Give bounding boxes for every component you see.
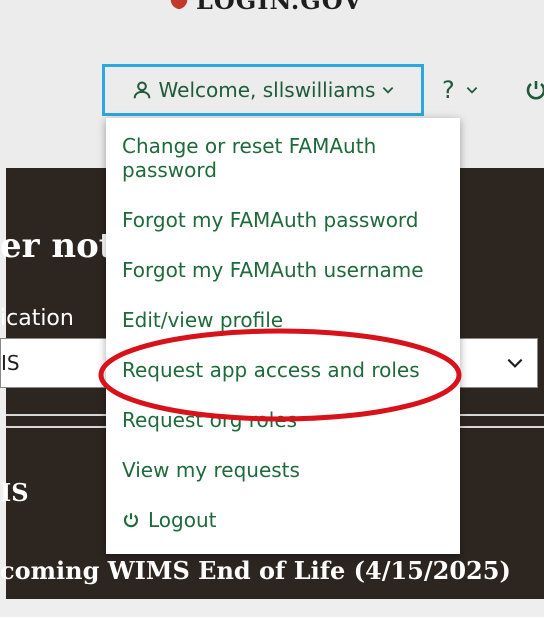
header-logout-button[interactable] <box>524 78 544 106</box>
logout-label: Logout <box>148 508 217 532</box>
shield-logo-icon <box>170 0 188 10</box>
site-logo[interactable]: LOGIN.GOV <box>168 0 363 15</box>
upcoming-notice-title[interactable]: coming WIMS End of Life (4/15/2025) <box>0 556 511 585</box>
help-icon: ? <box>442 76 455 104</box>
user-dropdown-menu: Change or reset FAMAuth password Forgot … <box>106 118 460 554</box>
menu-item-forgot-password[interactable]: Forgot my FAMAuth password <box>106 208 460 232</box>
menu-item-request-org-roles[interactable]: Request org roles <box>106 408 460 432</box>
wims-heading: IS <box>0 478 29 507</box>
menu-item-edit-profile[interactable]: Edit/view profile <box>106 308 460 332</box>
menu-item-change-reset-password[interactable]: Change or reset FAMAuth password <box>106 134 460 182</box>
page-bottom <box>0 599 544 617</box>
application-label: ication <box>0 306 74 331</box>
menu-item-forgot-username[interactable]: Forgot my FAMAuth username <box>106 258 460 282</box>
user-icon <box>133 81 150 99</box>
chevron-down-icon <box>383 87 394 94</box>
welcome-label: Welcome, sllswilliams <box>158 78 376 102</box>
logo-text: LOGIN.GOV <box>196 0 363 15</box>
help-menu-button[interactable]: ? <box>442 64 479 116</box>
menu-item-view-requests[interactable]: View my requests <box>106 458 460 482</box>
power-icon <box>123 513 139 528</box>
menu-item-request-app-access[interactable]: Request app access and roles <box>106 358 460 382</box>
chevron-down-icon <box>507 358 523 368</box>
menu-item-logout[interactable]: Logout <box>106 508 460 532</box>
welcome-user-menu-button[interactable]: Welcome, sllswilliams <box>102 64 424 116</box>
chevron-down-icon <box>466 87 478 94</box>
power-icon <box>526 81 544 100</box>
application-select-value: IS <box>1 351 20 375</box>
